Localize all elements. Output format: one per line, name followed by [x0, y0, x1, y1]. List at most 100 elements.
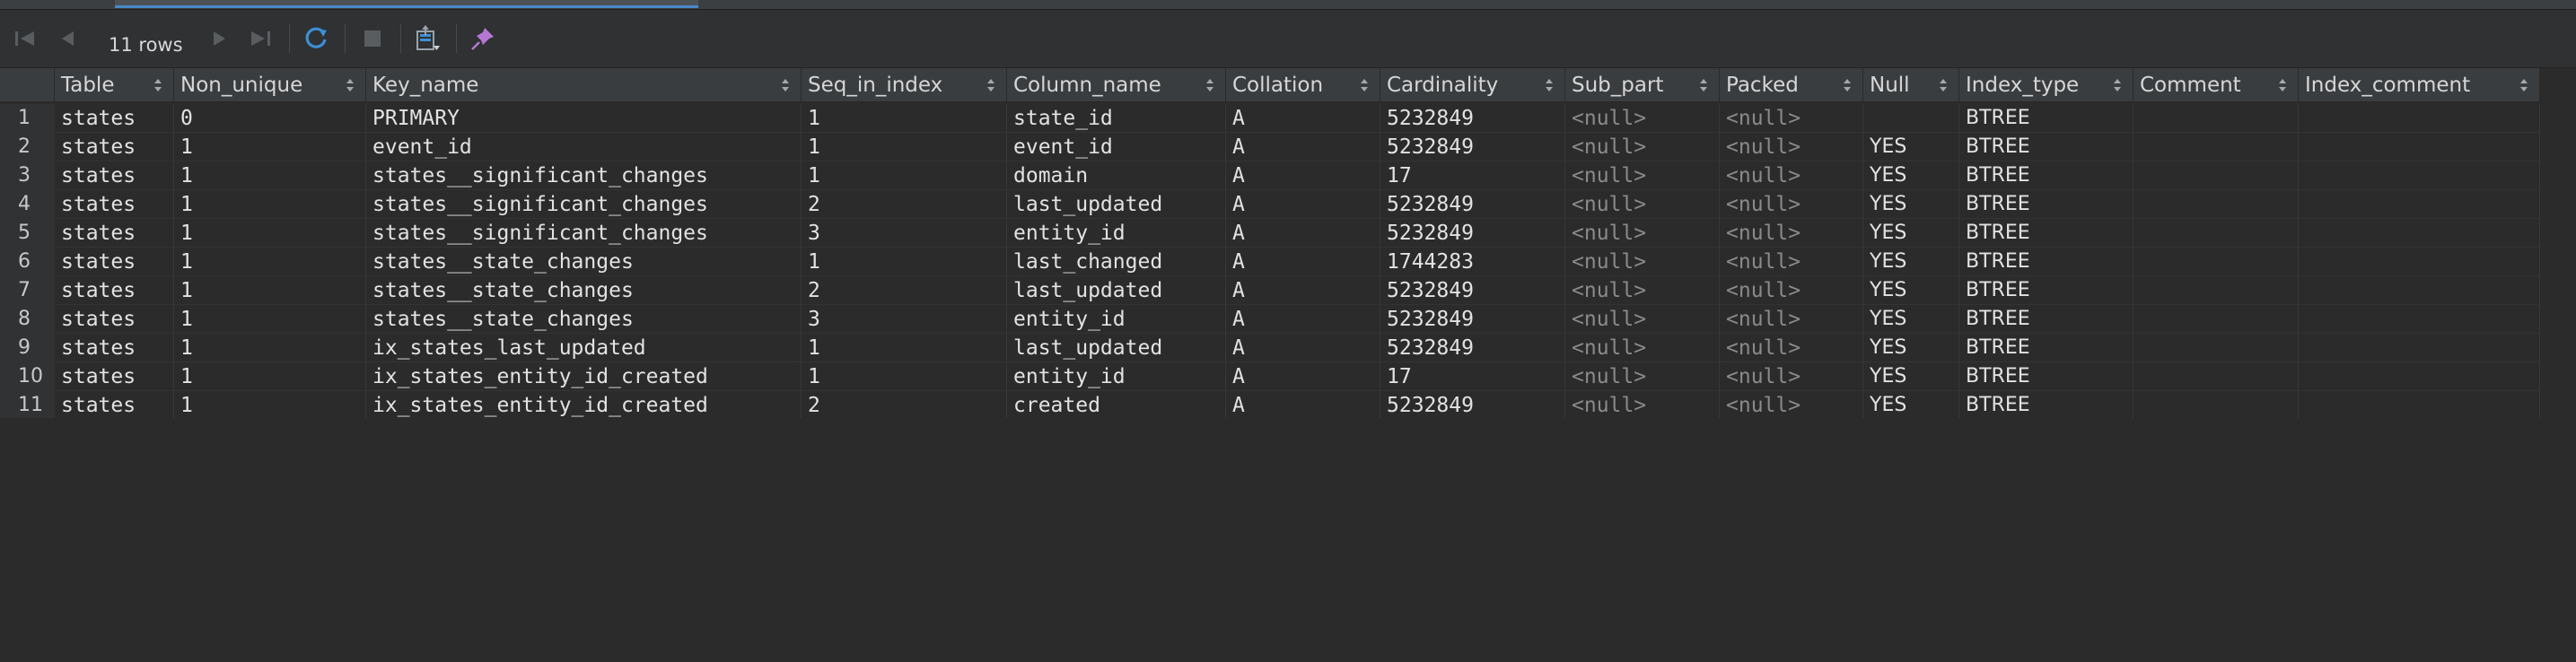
cell-comment[interactable] [2134, 161, 2299, 190]
cell-seq-in-index[interactable]: 1 [802, 362, 1007, 391]
column-header-index-comment[interactable]: Index_comment [2299, 68, 2540, 102]
cell-null[interactable]: YES [1863, 190, 1959, 219]
cell-cardinality[interactable]: 17 [1380, 161, 1565, 190]
sort-arrows-icon[interactable] [153, 78, 162, 92]
sort-arrows-icon[interactable] [986, 78, 995, 92]
cell-collation[interactable]: A [1226, 104, 1380, 133]
table-row[interactable]: 10 states 1 ix_states_entity_id_created 1 ent… [0, 362, 2540, 391]
cell-non-unique[interactable]: 1 [174, 305, 366, 334]
cell-sub-part[interactable]: <null> [1565, 305, 1720, 334]
table-row[interactable]: 9 states 1 ix_states_last_updated 1 last_upda… [0, 334, 2540, 362]
cell-index-type[interactable]: BTREE [1959, 190, 2134, 219]
column-header-collation[interactable]: Collation [1226, 68, 1380, 102]
cell-sub-part[interactable]: <null> [1565, 276, 1720, 305]
column-header-non-unique[interactable]: Non_unique [174, 68, 366, 102]
cell-index-type[interactable]: BTREE [1959, 161, 2134, 190]
cell-cardinality[interactable]: 5232849 [1380, 219, 1565, 248]
cell-table[interactable]: states [55, 276, 174, 305]
cell-index-comment[interactable] [2299, 133, 2540, 161]
stop-icon[interactable] [358, 24, 387, 53]
cell-comment[interactable] [2134, 334, 2299, 362]
row-number[interactable]: 7 [0, 276, 55, 305]
pin-icon[interactable] [469, 24, 497, 53]
cell-cardinality[interactable]: 5232849 [1380, 190, 1565, 219]
cell-seq-in-index[interactable]: 2 [802, 276, 1007, 305]
row-number[interactable]: 2 [0, 133, 55, 161]
prev-page-icon[interactable] [54, 24, 83, 53]
cell-packed[interactable]: <null> [1720, 362, 1863, 391]
active-editor-tab[interactable] [115, 0, 698, 8]
cell-cardinality[interactable]: 17 [1380, 362, 1565, 391]
table-row[interactable]: 2 states 1 event_id 1 event_id A 5232849 <null> <… [0, 133, 2540, 161]
cell-non-unique[interactable]: 1 [174, 276, 366, 305]
cell-index-type[interactable]: BTREE [1959, 276, 2134, 305]
cell-sub-part[interactable]: <null> [1565, 161, 1720, 190]
column-header-packed[interactable]: Packed [1720, 68, 1863, 102]
cell-packed[interactable]: <null> [1720, 334, 1863, 362]
last-page-icon[interactable] [246, 24, 275, 53]
cell-null[interactable]: YES [1863, 248, 1959, 276]
cell-packed[interactable]: <null> [1720, 391, 1863, 420]
cell-column-name[interactable]: domain [1007, 161, 1226, 190]
cell-key-name[interactable]: states__state_changes [366, 276, 802, 305]
cell-index-comment[interactable] [2299, 190, 2540, 219]
cell-index-type[interactable]: BTREE [1959, 391, 2134, 420]
column-header-column-name[interactable]: Column_name [1007, 68, 1226, 102]
cell-non-unique[interactable]: 1 [174, 133, 366, 161]
cell-non-unique[interactable]: 1 [174, 161, 366, 190]
refresh-icon[interactable] [302, 24, 331, 53]
cell-key-name[interactable]: states__significant_changes [366, 219, 802, 248]
cell-packed[interactable]: <null> [1720, 104, 1863, 133]
table-row[interactable]: 4 states 1 states__significant_changes 2 last… [0, 190, 2540, 219]
cell-packed[interactable]: <null> [1720, 161, 1863, 190]
cell-null[interactable]: YES [1863, 161, 1959, 190]
cell-index-comment[interactable] [2299, 104, 2540, 133]
cell-sub-part[interactable]: <null> [1565, 219, 1720, 248]
export-icon[interactable] [413, 24, 442, 53]
cell-column-name[interactable]: entity_id [1007, 362, 1226, 391]
cell-seq-in-index[interactable]: 1 [802, 104, 1007, 133]
column-header-index-type[interactable]: Index_type [1959, 68, 2134, 102]
sort-arrows-icon[interactable] [346, 78, 355, 92]
cell-comment[interactable] [2134, 391, 2299, 420]
cell-index-type[interactable]: BTREE [1959, 334, 2134, 362]
table-row[interactable]: 11 states 1 ix_states_entity_id_created 2 cre… [0, 391, 2540, 420]
table-row[interactable]: 3 states 1 states__significant_changes 1 doma… [0, 161, 2540, 190]
cell-sub-part[interactable]: <null> [1565, 362, 1720, 391]
cell-key-name[interactable]: states__significant_changes [366, 190, 802, 219]
sort-arrows-icon[interactable] [1699, 78, 1708, 92]
column-header-cardinality[interactable]: Cardinality [1380, 68, 1565, 102]
sort-arrows-icon[interactable] [2519, 78, 2528, 92]
cell-index-comment[interactable] [2299, 276, 2540, 305]
table-row[interactable]: 8 states 1 states__state_changes 3 entity_id A… [0, 305, 2540, 334]
cell-cardinality[interactable]: 1744283 [1380, 248, 1565, 276]
cell-collation[interactable]: A [1226, 248, 1380, 276]
column-header-seq-in-index[interactable]: Seq_in_index [802, 68, 1007, 102]
row-number[interactable]: 1 [0, 104, 55, 133]
row-number[interactable]: 4 [0, 190, 55, 219]
table-row[interactable]: 6 states 1 states__state_changes 1 last_chang… [0, 248, 2540, 276]
table-row[interactable]: 5 states 1 states__significant_changes 3 enti… [0, 219, 2540, 248]
cell-collation[interactable]: A [1226, 219, 1380, 248]
cell-non-unique[interactable]: 0 [174, 104, 366, 133]
cell-comment[interactable] [2134, 305, 2299, 334]
column-header-key-name[interactable]: Key_name [366, 68, 802, 102]
cell-key-name[interactable]: states__significant_changes [366, 161, 802, 190]
cell-seq-in-index[interactable]: 3 [802, 305, 1007, 334]
cell-index-comment[interactable] [2299, 161, 2540, 190]
cell-non-unique[interactable]: 1 [174, 190, 366, 219]
column-header-sub-part[interactable]: Sub_part [1565, 68, 1720, 102]
cell-index-comment[interactable] [2299, 305, 2540, 334]
cell-column-name[interactable]: last_updated [1007, 276, 1226, 305]
cell-table[interactable]: states [55, 104, 174, 133]
sort-arrows-icon[interactable] [1360, 78, 1369, 92]
row-number[interactable]: 10 [0, 362, 55, 391]
cell-sub-part[interactable]: <null> [1565, 248, 1720, 276]
cell-packed[interactable]: <null> [1720, 276, 1863, 305]
row-number[interactable]: 8 [0, 305, 55, 334]
sort-arrows-icon[interactable] [1843, 78, 1852, 92]
cell-column-name[interactable]: event_id [1007, 133, 1226, 161]
cell-collation[interactable]: A [1226, 334, 1380, 362]
cell-table[interactable]: states [55, 248, 174, 276]
cell-cardinality[interactable]: 5232849 [1380, 276, 1565, 305]
